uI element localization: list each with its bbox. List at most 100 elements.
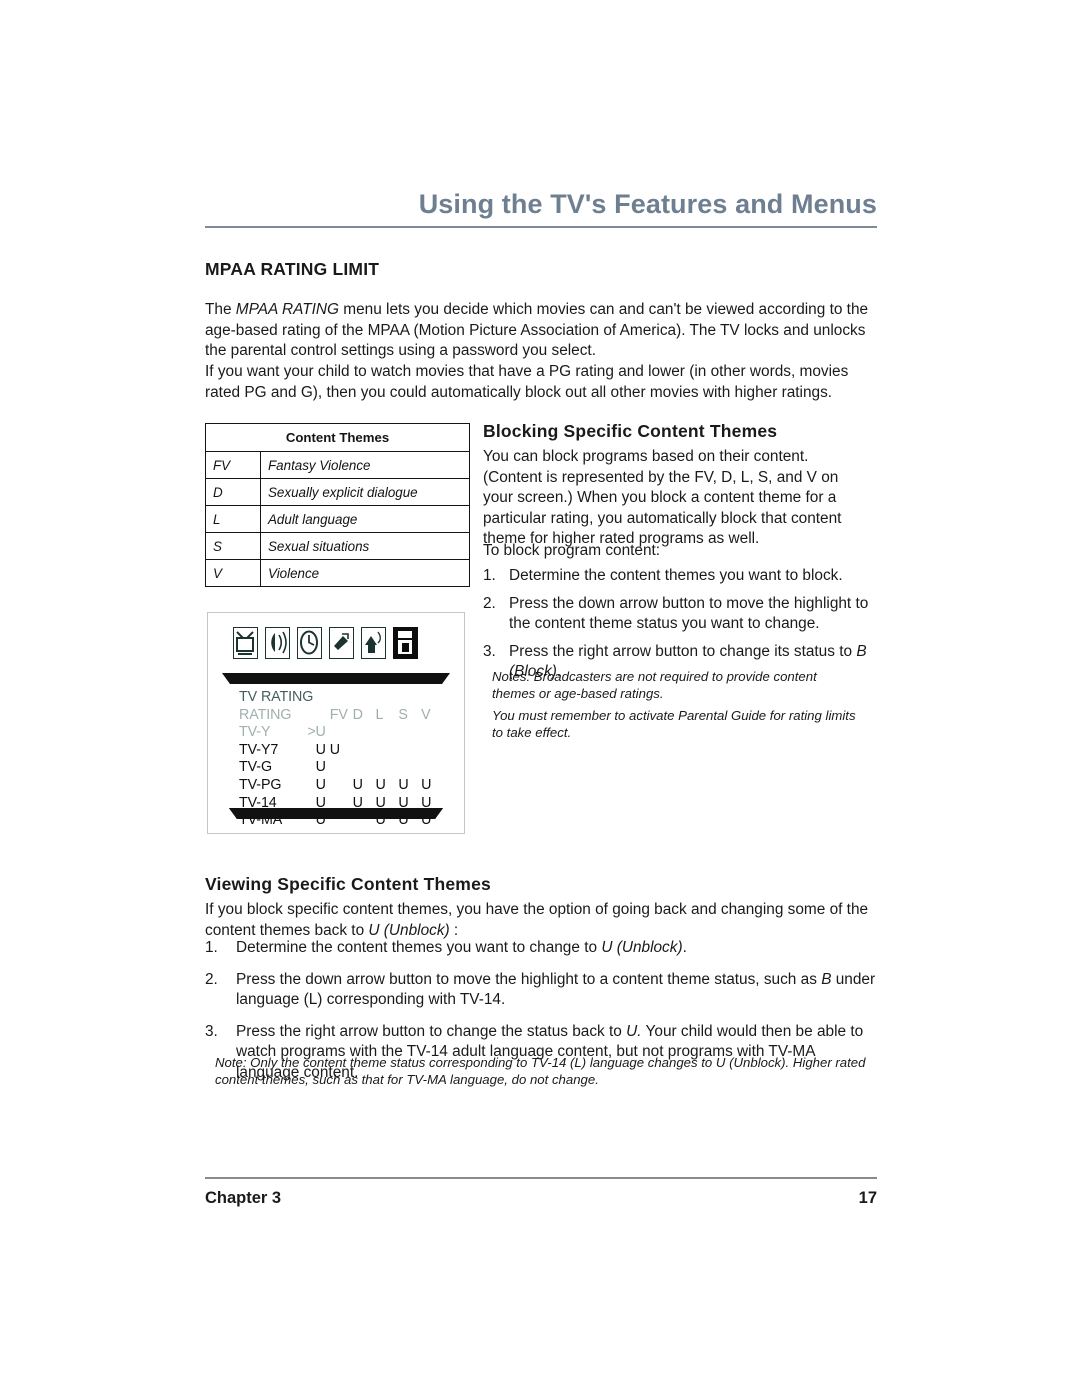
- table-row: FV Fantasy Violence: [206, 451, 469, 479]
- step-text-a: Press the right arrow button to change t…: [236, 1022, 627, 1040]
- theme-code: S: [206, 532, 261, 560]
- theme-code: V: [206, 559, 261, 586]
- tv-rating-row-tv-pg[interactable]: TV-PG U U U U U: [239, 777, 444, 795]
- rating-l[interactable]: [375, 742, 398, 760]
- step-text-emphasis: U (Unblock): [601, 939, 683, 956]
- rating-status[interactable]: >U: [296, 724, 330, 742]
- intro-paragraph-2: If you want your child to watch movies t…: [205, 363, 849, 401]
- viewing-p1-emphasis: U (Unblock): [368, 921, 450, 939]
- rating-v[interactable]: [421, 724, 444, 742]
- list-item: 1. Determine the content themes you want…: [483, 566, 869, 587]
- list-item: 2. Press the down arrow button to move t…: [205, 970, 879, 1011]
- step-text-b: .: [682, 939, 687, 956]
- footer-page-number: 17: [858, 1189, 877, 1207]
- theme-description: Sexually explicit dialogue: [260, 478, 469, 506]
- column-header-status: [296, 707, 330, 725]
- step-text-a: Press the down arrow button to move the …: [236, 970, 822, 988]
- intro-p1-part-a: The: [205, 301, 236, 318]
- rating-d[interactable]: [353, 724, 376, 742]
- step-number: 2.: [205, 970, 218, 988]
- rating-l[interactable]: [375, 759, 398, 777]
- page-title: Using the TV's Features and Menus: [418, 189, 877, 219]
- theme-description: Adult language: [260, 505, 469, 533]
- tv-rating-screen-illustration: TV RATING RATING FV D L S V TV-Y >U TV-Y…: [207, 612, 465, 834]
- parental-lock-icon[interactable]: [393, 627, 418, 659]
- content-themes-table: Content Themes FV Fantasy Violence D Sex…: [205, 423, 470, 587]
- rating-d[interactable]: [353, 742, 376, 760]
- step-text: Press the down arrow button to move the …: [236, 970, 879, 1011]
- table-header-row: Content Themes: [206, 424, 469, 452]
- rating-d[interactable]: [353, 759, 376, 777]
- section-heading-wrapper: MPAA RATING LIMIT: [205, 259, 379, 280]
- step-number: 1.: [483, 567, 496, 584]
- rating-v[interactable]: [421, 742, 444, 760]
- rating-d[interactable]: U: [353, 777, 376, 795]
- rating-status[interactable]: U: [296, 759, 330, 777]
- theme-code: FV: [206, 451, 261, 479]
- blocking-paragraph-1: You can block programs based on their co…: [483, 448, 842, 548]
- step-text-a: Determine the content themes you want to…: [236, 939, 602, 956]
- step-text-a: Press the right arrow button to change i…: [509, 642, 857, 660]
- rating-s[interactable]: U: [398, 777, 421, 795]
- section-heading: MPAA RATING LIMIT: [205, 259, 380, 279]
- tv-menu-title: TV RATING: [239, 689, 314, 705]
- rating-v[interactable]: [421, 759, 444, 777]
- rating-status[interactable]: U: [296, 742, 330, 760]
- menu-bar-bottom: [228, 808, 444, 819]
- rating-label: TV-PG: [239, 776, 282, 793]
- column-header-s: S: [398, 706, 408, 723]
- viewing-p1-b: :: [449, 921, 459, 939]
- setup-icon: [361, 627, 386, 659]
- step-text: Press the down arrow button to move the …: [509, 594, 869, 633]
- footer-divider: [205, 1177, 877, 1179]
- step-text: Determine the content themes you want to…: [236, 938, 879, 959]
- picture-icon: [233, 627, 258, 659]
- manual-page: Using the TV's Features and Menus MPAA R…: [0, 0, 1080, 1397]
- rating-fv[interactable]: [330, 777, 353, 795]
- table-row: V Violence: [206, 559, 469, 586]
- theme-description: Violence: [268, 565, 320, 581]
- step-number: 2.: [483, 594, 496, 612]
- viewing-note: Note: Only the content theme status corr…: [215, 1055, 866, 1088]
- rating-label: TV-G: [239, 759, 272, 776]
- tv-rating-row-tv-y7[interactable]: TV-Y7 U U: [239, 742, 444, 760]
- tv-menu-icon-bar: [233, 627, 418, 659]
- tv-rating-row-tv-y[interactable]: TV-Y >U: [239, 724, 444, 742]
- rating-fv[interactable]: U: [330, 742, 353, 760]
- theme-code: L: [206, 505, 261, 533]
- viewing-heading: Viewing Specific Content Themes: [205, 874, 491, 894]
- intro-p1-emphasis: MPAA RATING: [235, 301, 339, 318]
- tv-rating-row-tv-g[interactable]: TV-G U: [239, 759, 444, 777]
- channel-icon: [329, 627, 354, 659]
- step-text: Determine the content themes you want to…: [509, 567, 843, 584]
- rating-s[interactable]: [398, 742, 421, 760]
- column-header-fv: FV: [329, 706, 348, 723]
- table-row: S Sexual situations: [206, 532, 469, 560]
- theme-description: Fantasy Violence: [260, 451, 469, 479]
- table-row: L Adult language: [206, 505, 469, 533]
- viewing-paragraph-1: If you block specific content themes, yo…: [205, 900, 879, 941]
- page-header: Using the TV's Features and Menus: [205, 189, 877, 228]
- rating-label: TV-Y: [239, 724, 271, 741]
- blocking-note-1: Notes: Broadcasters are not required to …: [492, 669, 817, 702]
- rating-v[interactable]: U: [421, 777, 444, 795]
- tv-menu-title-row: TV RATING: [239, 689, 444, 707]
- step-number: 1.: [205, 939, 218, 956]
- rating-s[interactable]: [398, 759, 421, 777]
- column-header-rating: RATING: [239, 706, 292, 723]
- rating-fv[interactable]: [330, 759, 353, 777]
- column-header-d: D: [352, 706, 363, 723]
- rating-fv[interactable]: [330, 724, 353, 742]
- intro-paragraph-1: The MPAA RATING menu lets you decide whi…: [205, 300, 879, 362]
- viewing-p1-a: If you block specific content themes, yo…: [205, 901, 869, 939]
- blocking-steps-list: 1. Determine the content themes you want…: [483, 566, 869, 683]
- audio-icon: [265, 627, 290, 659]
- rating-s[interactable]: [398, 724, 421, 742]
- rating-l[interactable]: [375, 724, 398, 742]
- rating-status[interactable]: U: [296, 777, 330, 795]
- blocking-heading: Blocking Specific Content Themes: [483, 421, 778, 441]
- rating-l[interactable]: U: [375, 777, 398, 795]
- step-text-emphasis: U.: [626, 1022, 642, 1040]
- header-divider: [205, 225, 877, 228]
- theme-code: D: [206, 478, 261, 506]
